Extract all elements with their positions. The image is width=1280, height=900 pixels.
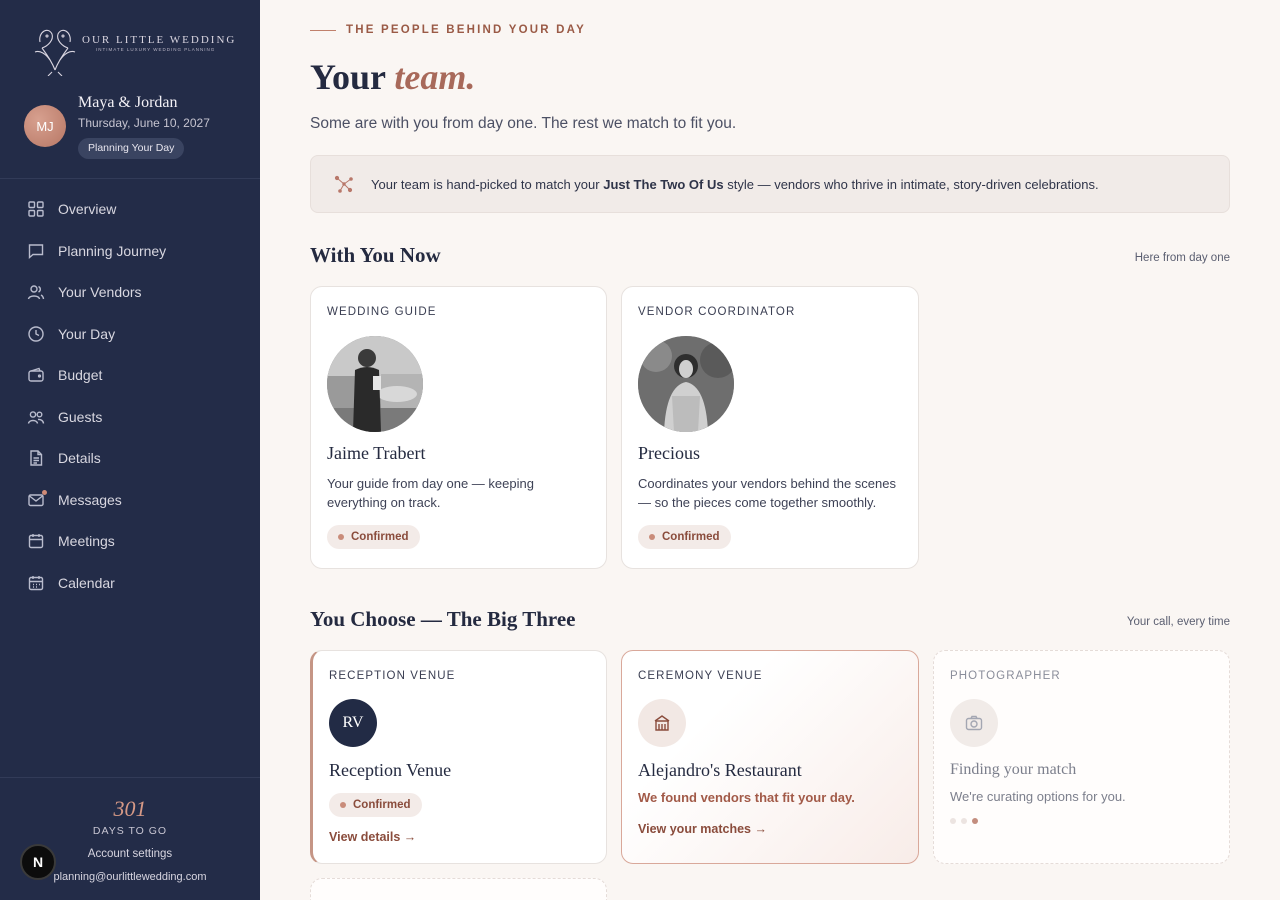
- section-note-with-you-now: Here from day one: [1134, 252, 1230, 264]
- view-details-link[interactable]: View details →: [329, 830, 416, 844]
- nav-item-planning-journey[interactable]: Planning Journey: [26, 238, 236, 264]
- brand-name: OUR LITTLE WEDDING: [82, 34, 237, 46]
- sidebar: OUR LITTLE WEDDING INTIMATE LUXURY WEDDI…: [0, 0, 260, 900]
- nav-item-overview[interactable]: Overview: [26, 196, 236, 222]
- venue-icon-wrap: [638, 699, 686, 747]
- page-eyebrow: THE PEOPLE BEHIND YOUR DAY: [310, 24, 586, 36]
- loading-dots: [950, 818, 978, 824]
- days-countdown: 301: [113, 796, 147, 821]
- nav-item-details[interactable]: Details: [26, 445, 236, 471]
- nav-item-guests[interactable]: Guests: [26, 404, 236, 430]
- status-badge: Confirmed: [327, 525, 420, 549]
- vendor-card-photographer[interactable]: PHOTOGRAPHER Finding your match We're cu…: [933, 650, 1230, 864]
- match-found-text: We found vendors that fit your day.: [638, 790, 855, 805]
- sidebar-divider: [0, 178, 260, 179]
- team-card-vendor-coordinator[interactable]: VENDOR COORDINATOR Precious Coordinates …: [621, 286, 919, 569]
- brand-logo[interactable]: OUR LITTLE WEDDING INTIMATE LUXURY WEDDI…: [32, 22, 234, 76]
- couple-name: Maya & Jordan: [78, 94, 178, 111]
- section-title-big-three: You Choose — The Big Three: [310, 607, 576, 631]
- vendor-card-placeholder[interactable]: [310, 878, 607, 900]
- finding-match-title: Finding your match: [950, 761, 1077, 778]
- lovebirds-logo-icon: [34, 29, 76, 76]
- wedding-date: Thursday, June 10, 2027: [78, 116, 210, 130]
- page-lead: Some are with you from day one. The rest…: [310, 115, 737, 132]
- coordinator-photo: [638, 336, 734, 432]
- eyebrow-text: THE PEOPLE BEHIND YOUR DAY: [346, 24, 586, 36]
- n-button[interactable]: N: [20, 844, 56, 880]
- planning-phase-badge: Planning Your Day: [78, 138, 185, 159]
- nav-label: Details: [58, 450, 101, 466]
- nav-label: Overview: [58, 201, 117, 217]
- calendar-icon: [26, 573, 46, 593]
- nav-label: Guests: [58, 409, 103, 425]
- users-icon: [26, 282, 46, 302]
- vendor-card-reception-venue[interactable]: RECEPTION VENUE RV Reception Venue Confi…: [310, 650, 607, 864]
- days-countdown-label: DAYS TO GO: [92, 825, 168, 837]
- camera-icon: [965, 715, 983, 731]
- chat-icon: [26, 241, 46, 261]
- team-card-role: VENDOR COORDINATOR: [638, 306, 796, 318]
- clock-icon: [26, 324, 46, 344]
- grid-icon: [26, 199, 46, 219]
- nav-label: Meetings: [58, 533, 115, 549]
- team-member-desc: Your guide from day one — keeping everyt…: [327, 476, 534, 510]
- team-member-desc: Coordinates your vendors behind the scen…: [638, 476, 896, 510]
- sidebar-footer: 301 DAYS TO GO Account settings planning…: [0, 778, 260, 900]
- nav-item-your-vendors[interactable]: Your Vendors: [26, 279, 236, 305]
- brand-tagline: INTIMATE LUXURY WEDDING PLANNING: [96, 47, 216, 52]
- nav-item-calendar[interactable]: Calendar: [26, 570, 236, 596]
- nav-label: Your Vendors: [58, 284, 142, 300]
- vendor-card-role: CEREMONY VENUE: [638, 670, 763, 682]
- unread-badge: [42, 490, 47, 495]
- nav-item-messages[interactable]: Messages: [26, 487, 236, 513]
- camera-icon-wrap: [950, 699, 998, 747]
- mail-icon: [26, 490, 47, 510]
- banner-style-name: Just The Two Of Us: [603, 176, 724, 192]
- team-card-role: WEDDING GUIDE: [327, 306, 437, 318]
- style-banner: Your team is hand-picked to match your J…: [310, 155, 1230, 213]
- venue-monogram: RV: [329, 699, 377, 747]
- wallet-icon: [26, 365, 46, 385]
- banner-text: Your team is hand-picked to match your J…: [371, 177, 1099, 192]
- view-matches-link[interactable]: View your matches →: [638, 822, 767, 836]
- team-member-name: Jaime Trabert: [327, 443, 426, 463]
- page-title: Your team.: [310, 56, 475, 98]
- team-card-wedding-guide[interactable]: WEDDING GUIDE Jaime Trabert Your guide f…: [310, 286, 607, 569]
- nav-label: Messages: [58, 492, 122, 508]
- nav-label: Calendar: [58, 575, 115, 591]
- nav-item-budget[interactable]: Budget: [26, 362, 236, 388]
- team-member-name: Precious: [638, 443, 700, 463]
- finding-match-desc: We're curating options for you.: [950, 789, 1126, 804]
- nav-label: Budget: [58, 367, 103, 383]
- vendor-card-role: PHOTOGRAPHER: [950, 670, 1061, 682]
- constellation-icon: [334, 175, 353, 193]
- eyebrow-rule: [310, 29, 336, 31]
- section-title-with-you-now: With You Now: [310, 243, 441, 267]
- vendor-card-ceremony-venue[interactable]: CEREMONY VENUE Alejandro's Restaurant We…: [621, 650, 919, 864]
- page-title-italic: team.: [394, 57, 476, 97]
- document-icon: [26, 448, 46, 468]
- vendor-name: Reception Venue: [329, 760, 452, 780]
- nav-label: Your Day: [58, 326, 116, 342]
- status-badge: Confirmed: [329, 793, 422, 817]
- banner-text-pre: Your team is hand-picked to match your: [371, 176, 600, 192]
- avatar[interactable]: MJ: [24, 105, 66, 147]
- guide-photo: [327, 336, 423, 432]
- nav-label: Planning Journey: [58, 243, 167, 259]
- calendar-icon: [26, 531, 46, 551]
- banner-text-post: style — vendors who thrive in intimate, …: [727, 176, 1099, 192]
- nav-item-meetings[interactable]: Meetings: [26, 528, 236, 554]
- vendor-name: Alejandro's Restaurant: [638, 760, 802, 780]
- main-content: THE PEOPLE BEHIND YOUR DAY Your team. So…: [310, 0, 1230, 900]
- guests-icon: [26, 407, 46, 427]
- page-title-plain: Your: [310, 57, 386, 97]
- status-badge: Confirmed: [638, 525, 731, 549]
- section-note-big-three: Your call, every time: [1126, 616, 1230, 628]
- building-icon: [654, 715, 670, 731]
- vendor-card-role: RECEPTION VENUE: [329, 670, 456, 682]
- nav-item-your-day[interactable]: Your Day: [26, 321, 236, 347]
